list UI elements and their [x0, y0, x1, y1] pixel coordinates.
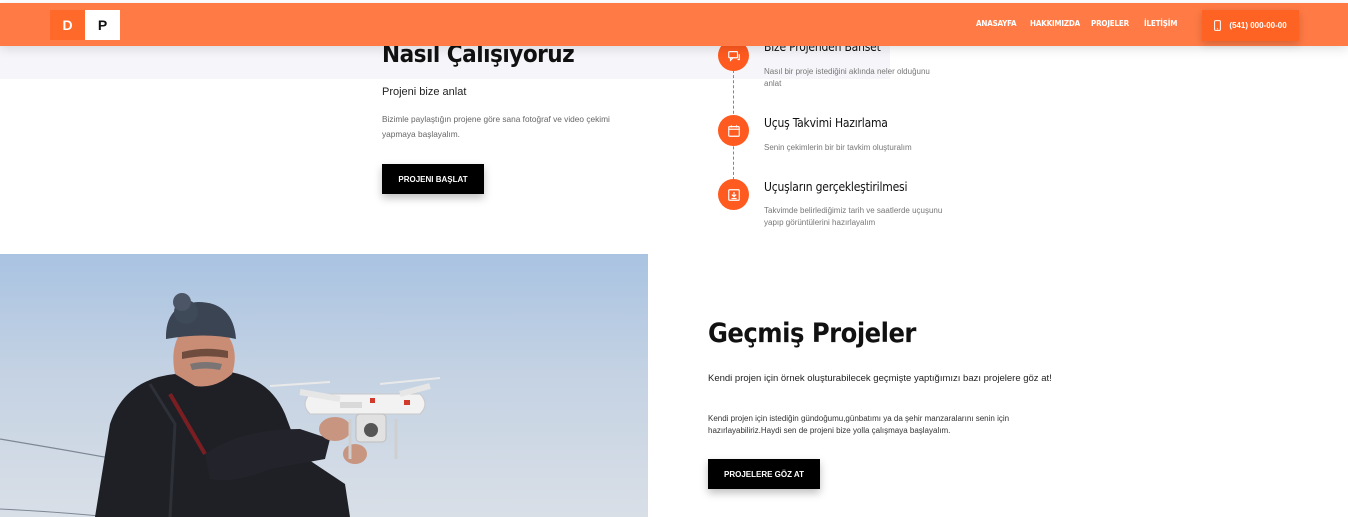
logo-p[interactable]: P — [85, 10, 120, 40]
how-we-work-text: Bizimle paylaştığın projene göre sana fo… — [382, 114, 610, 139]
nav-projects[interactable]: PROJELER — [1091, 19, 1129, 28]
nav-about[interactable]: HAKKIMIZDA — [1030, 19, 1080, 28]
nav-home[interactable]: ANASAYFA — [976, 19, 1017, 28]
view-projects-button[interactable]: PROJELERE GÖZ AT — [708, 459, 820, 489]
past-projects-subtitle: Kendi projen için örnek oluşturabilecek … — [708, 373, 1052, 384]
how-we-work-subtitle: Projeni bize anlat — [382, 86, 467, 98]
step-desc: Senin çekimlerin bir bir tavkim oluştura… — [764, 143, 912, 152]
mobile-phone-icon — [1214, 20, 1222, 31]
step-title: Uçuşların gerçekleştirilmesi — [764, 180, 908, 194]
page: Nasıl Çalışıyoruz Projeni bize anlat Biz… — [0, 0, 1348, 517]
start-project-button[interactable]: PROJENI BAŞLAT — [382, 164, 484, 194]
nav-contact[interactable]: İLETİŞİM — [1144, 19, 1177, 28]
phone-number: (541) 000-00-00 — [1229, 21, 1287, 30]
past-projects-text: Kendi projen için istediğin gündoğumu,gü… — [708, 414, 1010, 435]
drone-operator-photo — [0, 254, 648, 517]
site-header: D P ANASAYFA HAKKIMIZDA PROJELER İLETİŞİ… — [0, 3, 1348, 46]
logo-d[interactable]: D — [50, 10, 85, 40]
calendar-icon — [718, 115, 749, 146]
phone-button[interactable]: (541) 000-00-00 — [1202, 10, 1299, 41]
step-title: Uçuş Takvimi Hazırlama — [764, 116, 888, 130]
past-projects-title: Geçmiş Projeler — [708, 318, 916, 349]
step-desc: Nasıl bir proje istediğini aklında neler… — [764, 67, 930, 88]
step-desc: Takvimde belirlediğimiz tarih ve saatler… — [764, 206, 943, 227]
download-icon — [718, 179, 749, 210]
